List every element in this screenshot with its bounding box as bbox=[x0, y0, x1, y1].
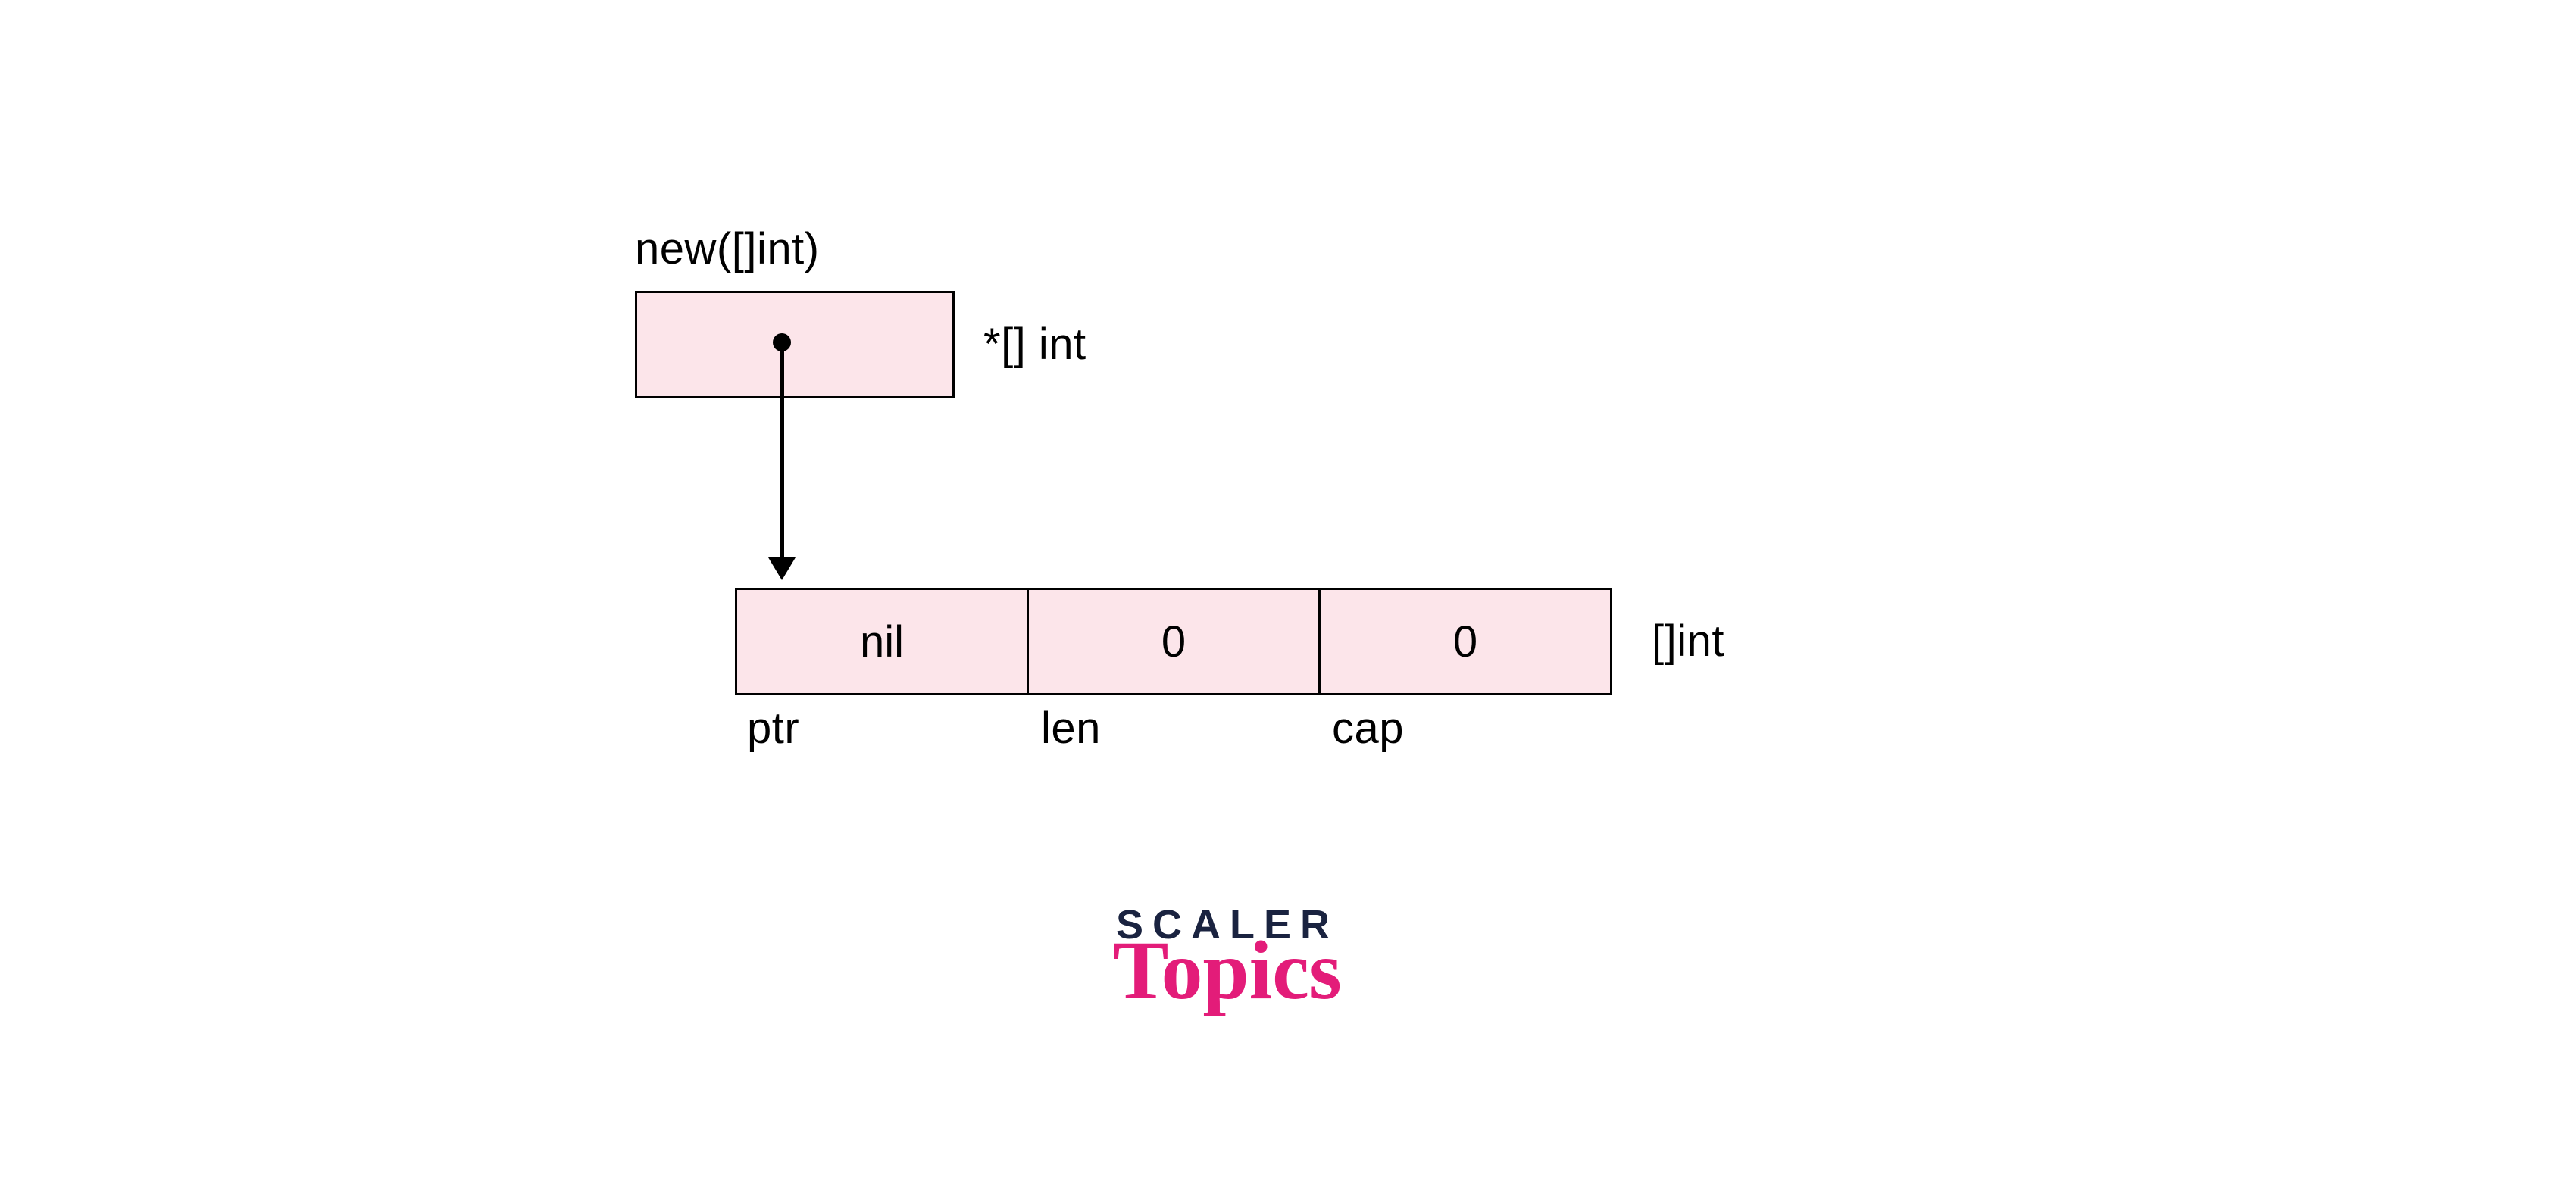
diagram-canvas: new([]int) *[] int nil 0 0 []int ptr len… bbox=[0, 0, 2576, 1202]
scaler-topics-logo: SCALER Topics bbox=[1068, 901, 1386, 1012]
slice-cell-cap: 0 bbox=[1318, 588, 1612, 695]
pointer-dot bbox=[773, 333, 791, 351]
slice-cell-len: 0 bbox=[1027, 588, 1321, 695]
slice-cell-cap-value: 0 bbox=[1453, 617, 1477, 667]
arrow-head bbox=[768, 557, 796, 580]
field-label-cap: cap bbox=[1332, 703, 1404, 754]
slice-cell-len-value: 0 bbox=[1161, 617, 1186, 667]
pointer-box bbox=[635, 291, 955, 398]
field-label-ptr: ptr bbox=[747, 703, 799, 754]
new-expression-label: new([]int) bbox=[635, 223, 820, 274]
slice-type-label: []int bbox=[1652, 616, 1724, 667]
slice-cell-ptr: nil bbox=[735, 588, 1029, 695]
field-label-len: len bbox=[1041, 703, 1101, 754]
pointer-type-label: *[] int bbox=[983, 319, 1086, 370]
arrow-shaft bbox=[780, 351, 784, 561]
logo-line2: Topics bbox=[1068, 929, 1386, 1012]
slice-cell-ptr-value: nil bbox=[860, 617, 904, 667]
